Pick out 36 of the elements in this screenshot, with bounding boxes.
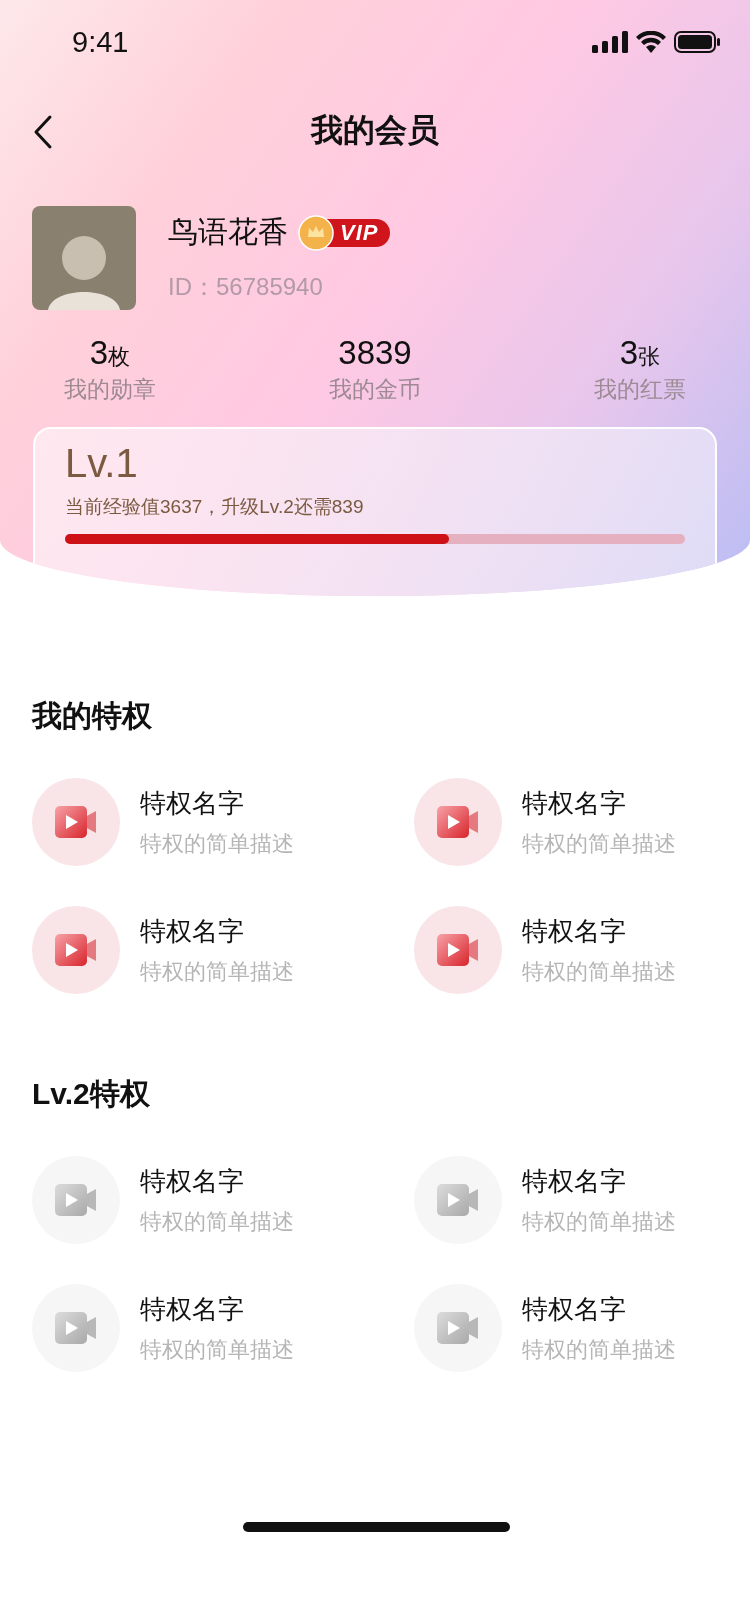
privilege-description: 特权的简单描述 — [140, 957, 294, 986]
privilege-name: 特权名字 — [522, 914, 627, 948]
privilege-name: 特权名字 — [522, 1292, 627, 1326]
page-title: 我的会员 — [311, 111, 439, 150]
privilege-name: 特权名字 — [140, 1292, 245, 1326]
section-title: Lv.2特权 — [32, 1076, 151, 1112]
crown-coin-icon — [298, 214, 334, 251]
privilege-description: 特权的简单描述 — [522, 1335, 676, 1364]
privilege-name: 特权名字 — [522, 1164, 627, 1198]
stat-value: 3 — [89, 334, 109, 372]
user-id: ID：56785940 — [168, 272, 324, 302]
stat-label: 我的红票 — [594, 375, 686, 404]
signal-icon — [592, 31, 628, 53]
privilege-description: 特权的简单描述 — [140, 1207, 294, 1236]
privilege-name: 特权名字 — [140, 914, 245, 948]
section-title: 我的特权 — [32, 698, 153, 734]
progress-text: 当前经验值3637，升级Lv.2还需839 — [65, 495, 365, 519]
wifi-icon — [636, 31, 666, 53]
stat-value: 3 — [619, 334, 639, 372]
stat-unit: 枚 — [108, 344, 131, 371]
privilege-description: 特权的简单描述 — [522, 1207, 676, 1236]
user-name: 鸟语花香 — [168, 214, 288, 250]
privilege-description: 特权的简单描述 — [140, 1335, 294, 1364]
level-name: Lv.1 — [65, 441, 139, 486]
stat-value: 3839 — [338, 334, 412, 372]
stat-label: 我的金币 — [329, 375, 421, 404]
privilege-description: 特权的简单描述 — [140, 829, 294, 858]
privilege-name: 特权名字 — [140, 1164, 245, 1198]
battery-icon — [674, 31, 720, 53]
privilege-description: 特权的简单描述 — [522, 829, 676, 858]
stat-label: 我的勋章 — [64, 375, 156, 404]
stat-unit: 张 — [638, 344, 661, 371]
status-time: 9:41 — [72, 25, 129, 59]
privilege-description: 特权的简单描述 — [522, 957, 676, 986]
privilege-name: 特权名字 — [522, 786, 627, 820]
privilege-name: 特权名字 — [140, 786, 245, 820]
